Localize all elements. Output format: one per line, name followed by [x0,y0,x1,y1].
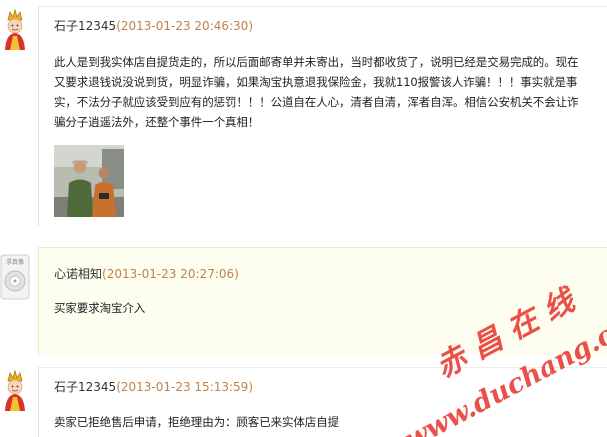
author-name[interactable]: 石子12345 [54,19,116,33]
comment-time: (2013-01-23 15:13:59) [116,380,253,394]
seller-avatar-icon [5,369,25,411]
photo-image [54,145,124,217]
comment-line: 买家要求淘宝介入 [54,301,146,315]
comment-thread: 石子12345(2013-01-23 20:46:30) 此人是到我实体店自提货… [0,0,607,437]
seller-avatar-icon [5,8,25,50]
comment-line: 实，不法分子就应该受到应有的惩罚！！！公道自在人心，清者自清，浑者自浑。相信公安… [54,95,579,109]
attached-photo[interactable] [54,145,124,217]
comment-body: 此人是到我实体店自提货走的，所以后面邮寄单并未寄出，当时都收货了，说明已经是交易… [54,52,603,132]
avatar[interactable] [0,6,30,54]
comment-body: 卖家已拒绝售后申请，拒绝理由为：顾客已来实体店自提 [54,412,603,432]
author-name[interactable]: 石子12345 [54,380,116,394]
comment-bubble: 石子12345(2013-01-23 20:46:30) 此人是到我实体店自提货… [38,6,607,226]
comment-item: 石子12345(2013-01-23 20:46:30) 此人是到我实体店自提货… [0,0,607,226]
comment-body: 买家要求淘宝介入 [54,298,603,318]
comment-time: (2013-01-23 20:46:30) [116,19,253,33]
comment-line: 又要求退钱说没说到货，明显诈骗，如果淘宝执意退我保险金，我就110报警该人诈骗！… [54,75,578,89]
comment-line: 卖家已拒绝售后申请，拒绝理由为：顾客已来实体店自提 [54,415,339,429]
comment-time: (2013-01-23 20:27:06) [102,267,239,281]
comment-item: 求真像 心诺相知(2013-01-23 20:27:06) 买家要求淘宝介入 [0,241,607,355]
comment-header: 心诺相知(2013-01-23 20:27:06) [54,265,239,282]
author-name[interactable]: 心诺相知 [54,267,102,281]
comment-bubble: 石子12345(2013-01-23 15:13:59) 卖家已拒绝售后申请，拒… [38,367,607,437]
avatar[interactable]: 求真像 [0,253,30,301]
avatar-caption: 求真像 [6,258,24,266]
avatar[interactable] [0,367,30,415]
comment-bubble: 心诺相知(2013-01-23 20:27:06) 买家要求淘宝介入 [38,247,607,355]
default-avatar-icon: 求真像 [0,254,30,300]
comment-header: 石子12345(2013-01-23 20:46:30) [54,17,253,34]
comment-line: 此人是到我实体店自提货走的，所以后面邮寄单并未寄出，当时都收货了，说明已经是交易… [54,55,579,69]
comment-item: 石子12345(2013-01-23 15:13:59) 卖家已拒绝售后申请，拒… [0,361,607,437]
comment-line: 骗分子逍遥法外，还整个事件一个真相！ [54,115,260,129]
comment-header: 石子12345(2013-01-23 15:13:59) [54,378,253,395]
